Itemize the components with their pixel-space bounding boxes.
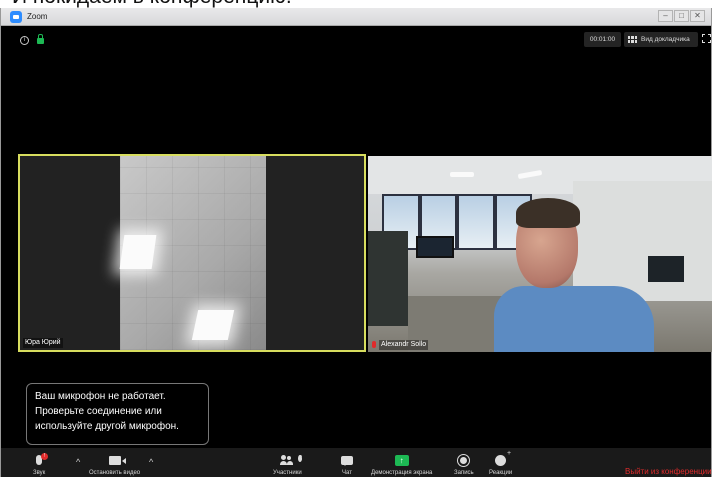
- mic-warning-line: Ваш микрофон не работает.: [35, 391, 166, 402]
- mic-warning-line: используйте другой микрофон.: [35, 421, 179, 432]
- record-label: Запись: [454, 470, 474, 476]
- speaker-view-label: Вид докладчика: [641, 36, 690, 43]
- grid-icon: [628, 36, 637, 43]
- chat-icon: [341, 455, 353, 466]
- office-monitor: [648, 256, 684, 282]
- reaction-smiley-icon: [495, 450, 511, 466]
- page-caption: И покидаем в конференцию.: [0, 0, 712, 8]
- share-screen-icon: ↑: [394, 454, 409, 466]
- meeting-timer: 00:01:00: [584, 32, 621, 47]
- video-camera-icon: [108, 455, 126, 465]
- video-tile-active-speaker[interactable]: Юра Юрий: [18, 154, 366, 352]
- speaker-view-button[interactable]: Вид докладчика: [624, 32, 698, 47]
- zoom-app-icon: [10, 10, 22, 23]
- participant-name: Юра Юрий: [23, 338, 63, 348]
- close-button[interactable]: ✕: [690, 10, 705, 22]
- lock-icon[interactable]: [37, 34, 44, 44]
- share-screen-button[interactable]: ↑ Демонстрация экрана: [371, 450, 432, 476]
- audio-button[interactable]: ! Звук: [33, 450, 49, 476]
- audio-options-chevron-icon[interactable]: ^: [76, 458, 80, 467]
- mic-warning-line: Проверьте соединение или: [35, 406, 162, 417]
- participants-label: Участники: [273, 470, 302, 476]
- ceiling-light: [119, 235, 157, 269]
- window-controls: – □ ✕: [658, 10, 705, 22]
- stop-video-button[interactable]: Остановить видео: [89, 450, 140, 476]
- mic-warning-toast: Ваш микрофон не работает. Проверьте соед…: [26, 383, 209, 445]
- reactions-button[interactable]: Реакции: [489, 450, 513, 477]
- record-icon: [458, 454, 470, 466]
- muted-mic-icon: [372, 341, 376, 348]
- participant-body: [494, 286, 654, 352]
- office-wall: [573, 181, 712, 301]
- office-desk: [368, 231, 408, 326]
- record-button[interactable]: Запись: [454, 450, 474, 476]
- zoom-window: Zoom – □ ✕ i 00:01:00 Вид докладчика Юра…: [0, 8, 712, 477]
- chat-button[interactable]: Чат: [341, 450, 353, 476]
- title-bar: Zoom – □ ✕: [1, 8, 711, 26]
- participants-count: 2: [298, 455, 303, 462]
- chat-label: Чат: [342, 470, 352, 476]
- maximize-button[interactable]: □: [674, 10, 689, 22]
- microphone-icon: !: [36, 453, 49, 465]
- share-screen-label: Демонстрация экрана: [371, 470, 433, 476]
- ceiling-light: [191, 310, 235, 340]
- audio-label: Звук: [33, 470, 46, 476]
- info-icon[interactable]: i: [20, 36, 29, 45]
- meeting-toolbar: ! Звук ^ Остановить видео ^ 2 Участники …: [1, 448, 712, 477]
- participants-icon: 2: [280, 455, 303, 465]
- fullscreen-icon[interactable]: [702, 34, 711, 43]
- participant-name: Alexandr Sollo: [379, 340, 429, 350]
- stop-video-label: Остановить видео: [89, 470, 141, 476]
- warning-badge: !: [41, 453, 49, 460]
- ceiling-light: [450, 172, 474, 177]
- office-monitor: [416, 236, 454, 258]
- video-options-chevron-icon[interactable]: ^: [149, 458, 153, 467]
- participant-hair: [516, 198, 580, 228]
- minimize-button[interactable]: –: [658, 10, 673, 22]
- participants-button[interactable]: 2 Участники: [273, 450, 303, 476]
- window-title: Zoom: [27, 12, 48, 21]
- leave-meeting-button[interactable]: Выйти из конференции: [625, 467, 712, 476]
- reactions-label: Реакции: [489, 470, 513, 476]
- video-tile-participant[interactable]: Alexandr Sollo: [368, 156, 712, 352]
